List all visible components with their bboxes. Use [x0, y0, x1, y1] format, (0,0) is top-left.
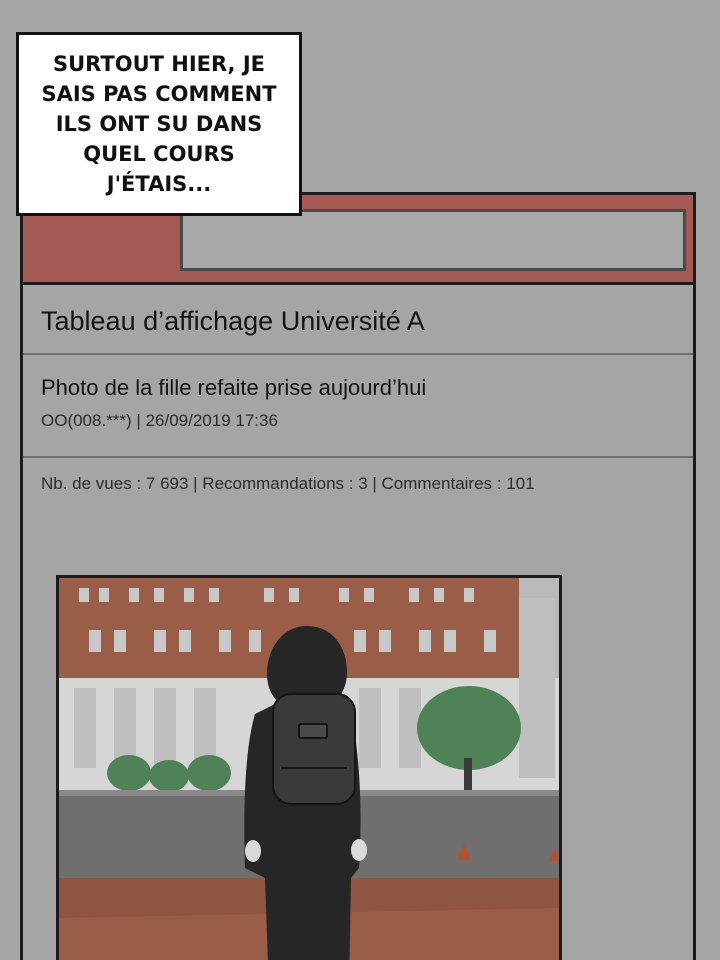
speech-line: ILS ONT SU DANS [55, 112, 263, 136]
phone-screen: Tableau d’affichage Université A Photo d… [20, 192, 696, 960]
speech-bubble: SURTOUT HIER, JE SAIS PAS COMMENT ILS ON… [16, 32, 302, 216]
address-bar[interactable] [180, 209, 686, 271]
post-meta: OO(008.***) | 26/09/2019 17:36 [41, 411, 278, 430]
board-title: Tableau d’affichage Université A [41, 306, 425, 336]
speech-line: SURTOUT HIER, JE [52, 52, 265, 76]
post-photo[interactable] [56, 575, 562, 960]
comic-panel: Tableau d’affichage Université A Photo d… [0, 0, 720, 960]
divider [23, 353, 693, 355]
speech-text: SURTOUT HIER, JE SAIS PAS COMMENT ILS ON… [39, 49, 279, 199]
speech-line: J'ÉTAIS... [106, 172, 212, 196]
post-title[interactable]: Photo de la fille refaite prise aujourd’… [41, 375, 426, 401]
speech-line: QUEL COURS [83, 142, 235, 166]
divider [23, 456, 693, 458]
photo-illustration [59, 578, 559, 960]
post-stats: Nb. de vues : 7 693 | Recommandations : … [41, 474, 535, 493]
speech-line: SAIS PAS COMMENT [41, 82, 277, 106]
